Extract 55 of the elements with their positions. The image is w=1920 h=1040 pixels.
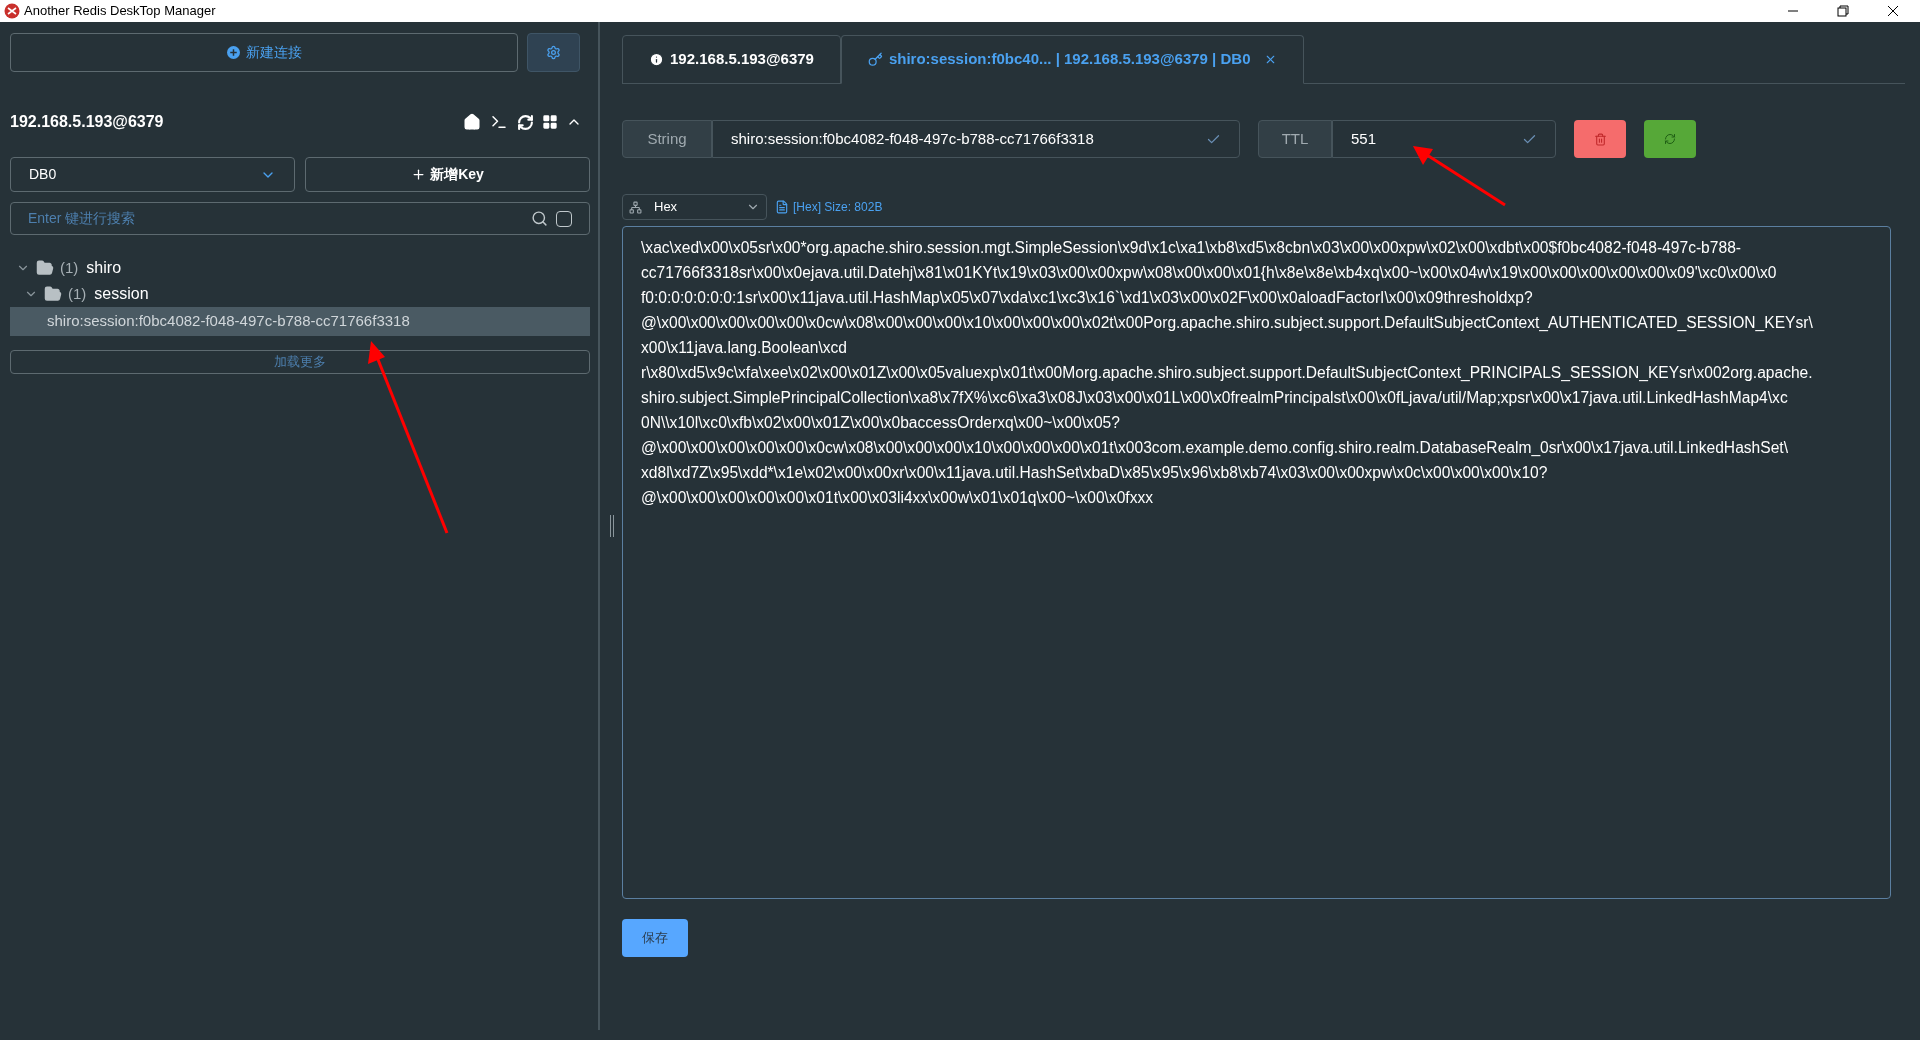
tab[interactable]: 192.168.5.193@6379 bbox=[622, 35, 841, 84]
settings-button[interactable] bbox=[527, 33, 580, 72]
tree-folder-label[interactable]: session bbox=[94, 282, 149, 306]
home-icon[interactable] bbox=[463, 113, 481, 131]
plus-circle-icon bbox=[226, 46, 240, 59]
value-text-line: f0:0:0:0:0:0:0:1sr\x00\x11java.util.HashMap\x05\x07\xda\xc1\xc3\x16`\xd1\x03\x00\x02F\x00\x0aloadFactorI\x00\x09thresholdxp? bbox=[641, 288, 1533, 308]
folder-icon bbox=[34, 259, 56, 277]
value-text-line: shiro.subject.SimplePrincipalCollection\xa8\x7fX%\xc6\xa3\x08J\x03\x00\x01L\x00\x0frealmPrincipalst\x00\x0fLjava/util/Map;xpsr\x00\x17java.util.LinkedHashMap4\xc bbox=[641, 388, 1788, 408]
tab-label: shiro:session:f0bc40... | 192.168.5.193@6379 | DB0 bbox=[888, 49, 1251, 70]
grid-icon[interactable] bbox=[542, 114, 558, 130]
terminal-icon[interactable] bbox=[489, 113, 509, 131]
tree-folder-label[interactable]: shiro bbox=[86, 256, 122, 280]
trash-icon bbox=[1593, 132, 1607, 146]
save-button[interactable]: 保存 bbox=[622, 919, 688, 957]
ttl-label: TTL bbox=[1258, 120, 1332, 158]
value-text-line: \xac\xed\x00\x05sr\x00*org.apache.shiro.session.mgt.SimpleSession\x9d\x1c\xa1\xb8\xd5\x8cbn\x03\x00\x00xpw\x02\x00\xdbt\x00$f0bc4082-f048-497c-b788- bbox=[641, 238, 1741, 258]
tree-count: (1) bbox=[60, 257, 79, 278]
checkbox[interactable] bbox=[556, 210, 572, 227]
value-text-line: cc71766f3318sr\x00\x0ejava.util.Datehj\x81\x01KYt\x19\x03\x00\x00xpw\x08\x00\x00\x01{h\x8e\x8e\xb4xq\x00~\x00\x04w\x19\x00\x00\x00\x00\x00\x09'\xc0\x00\x0 bbox=[641, 263, 1777, 283]
search-input[interactable]: Enter 键进行搜索 bbox=[28, 208, 523, 229]
key-icon bbox=[867, 52, 883, 67]
ttl-field[interactable]: 551 bbox=[1332, 120, 1556, 158]
value-text-line: @\x00\x00\x00\x00\x00\x0cw\x08\x00\x00\x00\x10\x00\x00\x00\x02t\x00Porg.apache.shiro.subject.support.DefaultSubjectContext_AUTHENTICATED_SESSION_KEYsr\ bbox=[641, 313, 1813, 333]
info-icon bbox=[649, 52, 664, 67]
value-text-line: xd8l\xd7Z\x95\xdd*\x1e\x02\x00\x00xr\x00\x11java.util.HashSet\xbaD\x85\x95\x96\xb8\xb74\x03\x00\x00xpw\x0c\x00\x00\x00\x10? bbox=[641, 463, 1548, 483]
document-icon bbox=[775, 200, 789, 214]
tree-key-item[interactable]: shiro:session:f0bc4082-f048-497c-b788-cc71766f3318 bbox=[10, 307, 590, 336]
value-text-line: r\x80\xd5\x9c\xfa\xee\x02\x00\x01Z\x00\x05valuexp\x01t\x00Morg.apache.shiro.subject.support.DefaultSubjectContext_PRINCIPALS_SESSION_KEYsr\x002org.apache. bbox=[641, 363, 1813, 383]
folder-icon bbox=[42, 285, 64, 303]
window-title: Another Redis DeskTop Manager bbox=[24, 2, 216, 21]
hierarchy-icon bbox=[629, 200, 642, 214]
db-select[interactable]: DB0 bbox=[10, 157, 295, 192]
key-name-field[interactable]: shiro:session:f0bc4082-f048-497c-b788-cc71766f3318 bbox=[712, 120, 1240, 158]
value-text-line: x00\x11java.lang.Boolean\xcd bbox=[641, 338, 848, 358]
refresh-icon[interactable] bbox=[517, 113, 534, 131]
value-text-line: @\x00\x00\x00\x00\x00\x0cw\x08\x00\x00\x00\x10\x00\x00\x00\x01t\x003com.example.demo.config.shiro.realm.DatabaseRealm_0sr\x00\x17java.util.LinkedHashSet\ bbox=[641, 438, 1788, 458]
new-connection-button[interactable]: 新建连接 bbox=[10, 33, 518, 72]
search-icon[interactable] bbox=[531, 210, 548, 227]
plus-icon bbox=[411, 167, 427, 182]
app-logo-icon bbox=[4, 3, 20, 19]
resize-handle[interactable] bbox=[610, 515, 614, 537]
value-editor[interactable] bbox=[622, 226, 1891, 899]
tab-label: 192.168.5.193@6379 bbox=[670, 49, 814, 70]
new-key-button[interactable]: 新增Key bbox=[305, 157, 590, 192]
connection-name[interactable]: 192.168.5.193@6379 bbox=[10, 110, 463, 134]
refresh-icon bbox=[1664, 133, 1676, 145]
size-info: [Hex] Size: 802B bbox=[793, 199, 883, 216]
value-text-line: @\x00\x00\x00\x00\x00\x01t\x00\x03li4xx\x00w\x01\x01q\x00~\x00\x0fxxx bbox=[641, 488, 1154, 508]
tab[interactable]: shiro:session:f0bc40... | 192.168.5.193@6379 | DB0 bbox=[840, 35, 1305, 84]
search-field[interactable]: Enter 键进行搜索 bbox=[10, 202, 590, 235]
settings-icon bbox=[546, 45, 561, 60]
key-type-label: String bbox=[622, 120, 712, 158]
value-text-line: 0N\\x10l\xc0\xfb\x02\x00\x01Z\x00\x0baccessOrderxq\x00~\x00\x05? bbox=[641, 413, 1120, 433]
tree-count: (1) bbox=[68, 283, 87, 304]
format-select[interactable]: Hex bbox=[622, 194, 767, 220]
